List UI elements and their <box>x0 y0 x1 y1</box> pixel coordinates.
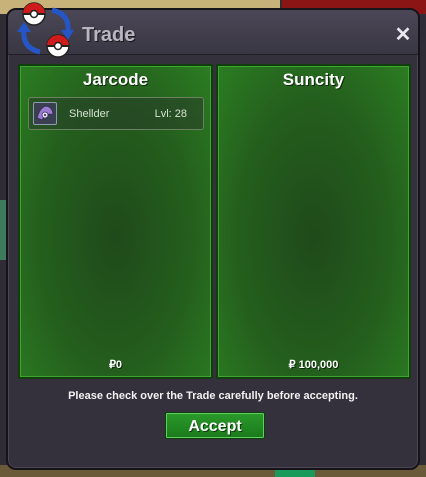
trade-panel-right: Suncity ₽ 100,000 <box>216 64 411 379</box>
item-pokemon-level: Lvl: 28 <box>154 108 187 120</box>
window-title: Trade <box>82 24 136 46</box>
trade-window: Trade ✕ Jarcode Shellder Lvl: 28 ₽0 Sunc… <box>6 2 420 470</box>
close-icon[interactable]: ✕ <box>392 24 414 46</box>
trade-notice: Please check over the Trade carefully be… <box>68 390 358 402</box>
item-pokemon-name: Shellder <box>69 108 110 120</box>
money-offer-right: ₽ 100,000 <box>288 359 339 371</box>
money-offer-left: ₽0 <box>108 359 123 371</box>
title-bar[interactable]: Trade ✕ <box>8 2 418 58</box>
shellder-sprite-icon <box>33 102 57 125</box>
trade-swap-icon <box>17 2 74 58</box>
accept-button[interactable]: Accept <box>165 412 265 439</box>
trade-panel-left: Jarcode Shellder Lvl: 28 ₽0 <box>18 64 213 379</box>
trader-name-right: Suncity <box>282 70 345 89</box>
trade-item[interactable]: Shellder Lvl: 28 <box>28 97 204 130</box>
trader-name-left: Jarcode <box>82 70 149 89</box>
